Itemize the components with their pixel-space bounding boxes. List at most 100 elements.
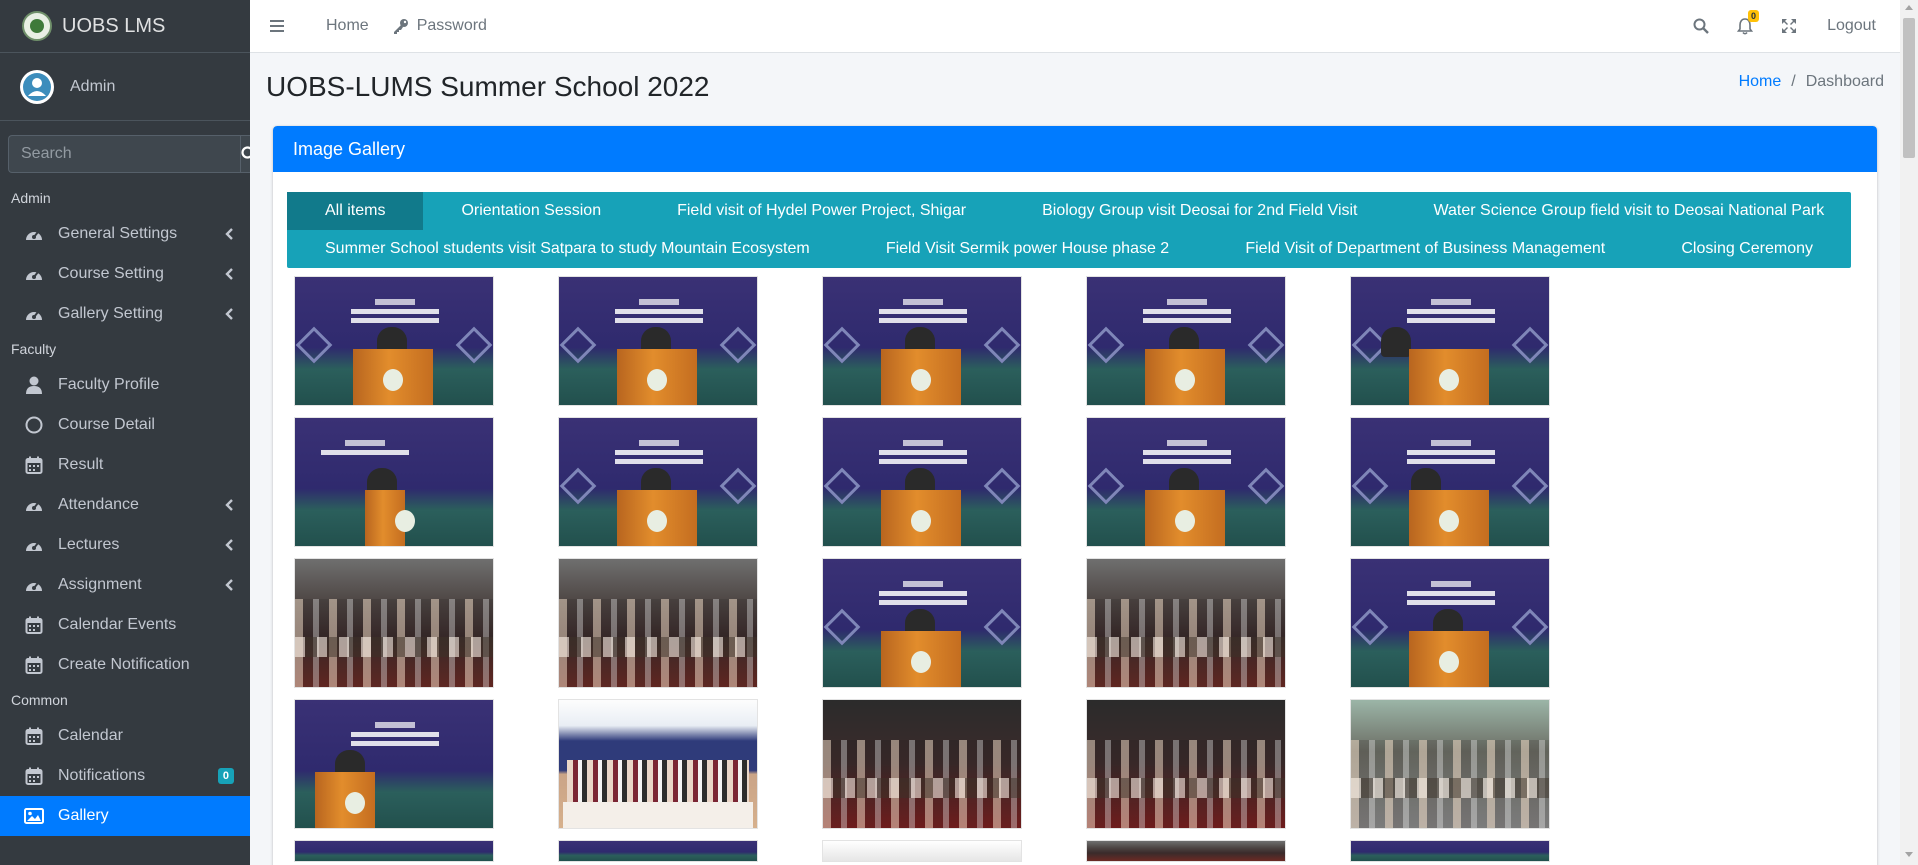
- filter-all-items[interactable]: All items: [287, 192, 424, 230]
- sidebar-item-calendar[interactable]: Calendar: [0, 716, 250, 756]
- logout-link[interactable]: Logout: [1827, 17, 1876, 35]
- breadcrumb-separator: /: [1791, 73, 1796, 90]
- breadcrumb: Home / Dashboard: [1739, 73, 1884, 91]
- gallery-image[interactable]: [558, 417, 758, 547]
- sidebar-item-general-settings[interactable]: General Settings: [0, 214, 250, 254]
- gallery-image[interactable]: [822, 276, 1022, 406]
- calendar-icon: [24, 655, 44, 675]
- gallery-image[interactable]: [822, 417, 1022, 547]
- gallery-image[interactable]: [558, 558, 758, 688]
- expand-arrows-icon: [1782, 19, 1797, 33]
- gallery-image[interactable]: [558, 840, 758, 862]
- filter-biology-deosai[interactable]: Biology Group visit Deosai for 2nd Field…: [1004, 192, 1395, 230]
- sidebar-item-create-notification[interactable]: Create Notification: [0, 645, 250, 685]
- gallery-image[interactable]: [822, 699, 1022, 829]
- gallery-image[interactable]: [1350, 699, 1550, 829]
- gallery-image[interactable]: [822, 840, 1022, 862]
- filter-business-management[interactable]: Field Visit of Department of Business Ma…: [1207, 230, 1643, 268]
- chevron-left-icon: [225, 308, 233, 320]
- sidebar-item-calendar-events[interactable]: Calendar Events: [0, 605, 250, 645]
- nav-password-label: Password: [416, 17, 487, 34]
- brand-logo-icon: [22, 11, 52, 41]
- brand-link[interactable]: UOBS LMS: [0, 0, 250, 53]
- dashboard-gauge-icon: [24, 304, 44, 324]
- sidebar-item-label: Calendar: [58, 727, 123, 744]
- sidebar-item-label: Course Detail: [58, 416, 155, 433]
- nav-header-faculty: Faculty: [11, 341, 57, 357]
- sidebar-item-label: General Settings: [58, 225, 178, 242]
- sidebar-search-button[interactable]: [240, 135, 250, 173]
- nav-header-admin: Admin: [11, 190, 51, 206]
- gallery-image[interactable]: [294, 558, 494, 688]
- navbar-search-button[interactable]: [1679, 18, 1723, 34]
- gallery-image[interactable]: [1086, 840, 1286, 862]
- gallery-image[interactable]: [1086, 558, 1286, 688]
- filter-satpara-mountain-ecosystem[interactable]: Summer School students visit Satpara to …: [287, 230, 848, 268]
- top-navbar: Home Password 0 Logout: [250, 0, 1900, 53]
- filter-closing-ceremony[interactable]: Closing Ceremony: [1643, 230, 1851, 268]
- gallery-image[interactable]: [558, 699, 758, 829]
- gallery-image[interactable]: [822, 558, 1022, 688]
- sidebar-item-notifications[interactable]: Notifications 0: [0, 756, 250, 796]
- calendar-icon: [24, 455, 44, 475]
- sidebar-item-gallery-setting[interactable]: Gallery Setting: [0, 294, 250, 334]
- gallery-image[interactable]: [294, 417, 494, 547]
- calendar-icon: [24, 615, 44, 635]
- chevron-left-icon: [225, 539, 233, 551]
- breadcrumb-home-link[interactable]: Home: [1739, 73, 1782, 91]
- page-title: UOBS-LUMS Summer School 2022: [266, 71, 710, 102]
- scroll-up-arrow-icon[interactable]: [1905, 5, 1913, 10]
- gallery-image[interactable]: [1350, 558, 1550, 688]
- filter-hydel-power-shigar[interactable]: Field visit of Hydel Power Project, Shig…: [639, 192, 1004, 230]
- sidebar-item-label: Assignment: [58, 576, 142, 593]
- nav-password-link[interactable]: Password: [393, 17, 487, 35]
- card-title: Image Gallery: [273, 126, 1877, 172]
- user-panel[interactable]: Admin: [0, 53, 250, 121]
- page-scrollbar[interactable]: [1900, 0, 1918, 865]
- chevron-left-icon: [225, 579, 233, 591]
- sidebar-toggle-button[interactable]: [270, 20, 302, 32]
- sidebar-item-course-detail[interactable]: Course Detail: [0, 405, 250, 445]
- gallery-image[interactable]: [1350, 276, 1550, 406]
- image-icon: [24, 806, 44, 826]
- sidebar-item-result[interactable]: Result: [0, 445, 250, 485]
- chevron-left-icon: [225, 268, 233, 280]
- gallery-image[interactable]: [1350, 417, 1550, 547]
- gallery-image[interactable]: [294, 699, 494, 829]
- sidebar-item-gallery[interactable]: Gallery: [0, 796, 250, 836]
- sidebar-item-label: Result: [58, 456, 104, 473]
- sidebar-item-attendance[interactable]: Attendance: [0, 485, 250, 525]
- gallery-image[interactable]: [294, 840, 494, 862]
- scrollbar-thumb[interactable]: [1903, 18, 1915, 158]
- dashboard-gauge-icon: [24, 575, 44, 595]
- gallery-image[interactable]: [1086, 699, 1286, 829]
- gallery-image[interactable]: [558, 276, 758, 406]
- gallery-image[interactable]: [294, 276, 494, 406]
- scroll-down-arrow-icon[interactable]: [1905, 852, 1913, 857]
- calendar-icon: [24, 766, 44, 786]
- nav-home-link[interactable]: Home: [326, 17, 369, 35]
- search-icon: [1693, 18, 1709, 34]
- filter-water-science-deosai[interactable]: Water Science Group field visit to Deosa…: [1396, 192, 1863, 230]
- sidebar-item-label: Lectures: [58, 536, 120, 553]
- user-name: Admin: [70, 77, 116, 95]
- gallery-image[interactable]: [1086, 417, 1286, 547]
- sidebar-item-assignment[interactable]: Assignment: [0, 565, 250, 605]
- breadcrumb-current: Dashboard: [1805, 73, 1884, 90]
- main-content: UOBS-LUMS Summer School 2022 Home / Dash…: [250, 53, 1900, 865]
- filter-orientation-session[interactable]: Orientation Session: [423, 192, 639, 230]
- image-gallery-card: Image Gallery All items Orientation Sess…: [273, 126, 1877, 865]
- gallery-image[interactable]: [1086, 276, 1286, 406]
- sidebar-item-course-setting[interactable]: Course Setting: [0, 254, 250, 294]
- user-icon: [24, 375, 44, 395]
- sidebar-search-input[interactable]: [8, 135, 240, 173]
- fullscreen-button[interactable]: [1767, 18, 1811, 34]
- chevron-left-icon: [225, 499, 233, 511]
- sidebar-search: [8, 135, 250, 173]
- sidebar-item-faculty-profile[interactable]: Faculty Profile: [0, 365, 250, 405]
- gallery-image[interactable]: [1350, 840, 1550, 862]
- filter-sermik-power-house[interactable]: Field Visit Sermik power House phase 2: [848, 230, 1207, 268]
- notifications-button[interactable]: 0: [1723, 9, 1767, 35]
- sidebar-item-lectures[interactable]: Lectures: [0, 525, 250, 565]
- sidebar-item-label: Course Setting: [58, 265, 164, 282]
